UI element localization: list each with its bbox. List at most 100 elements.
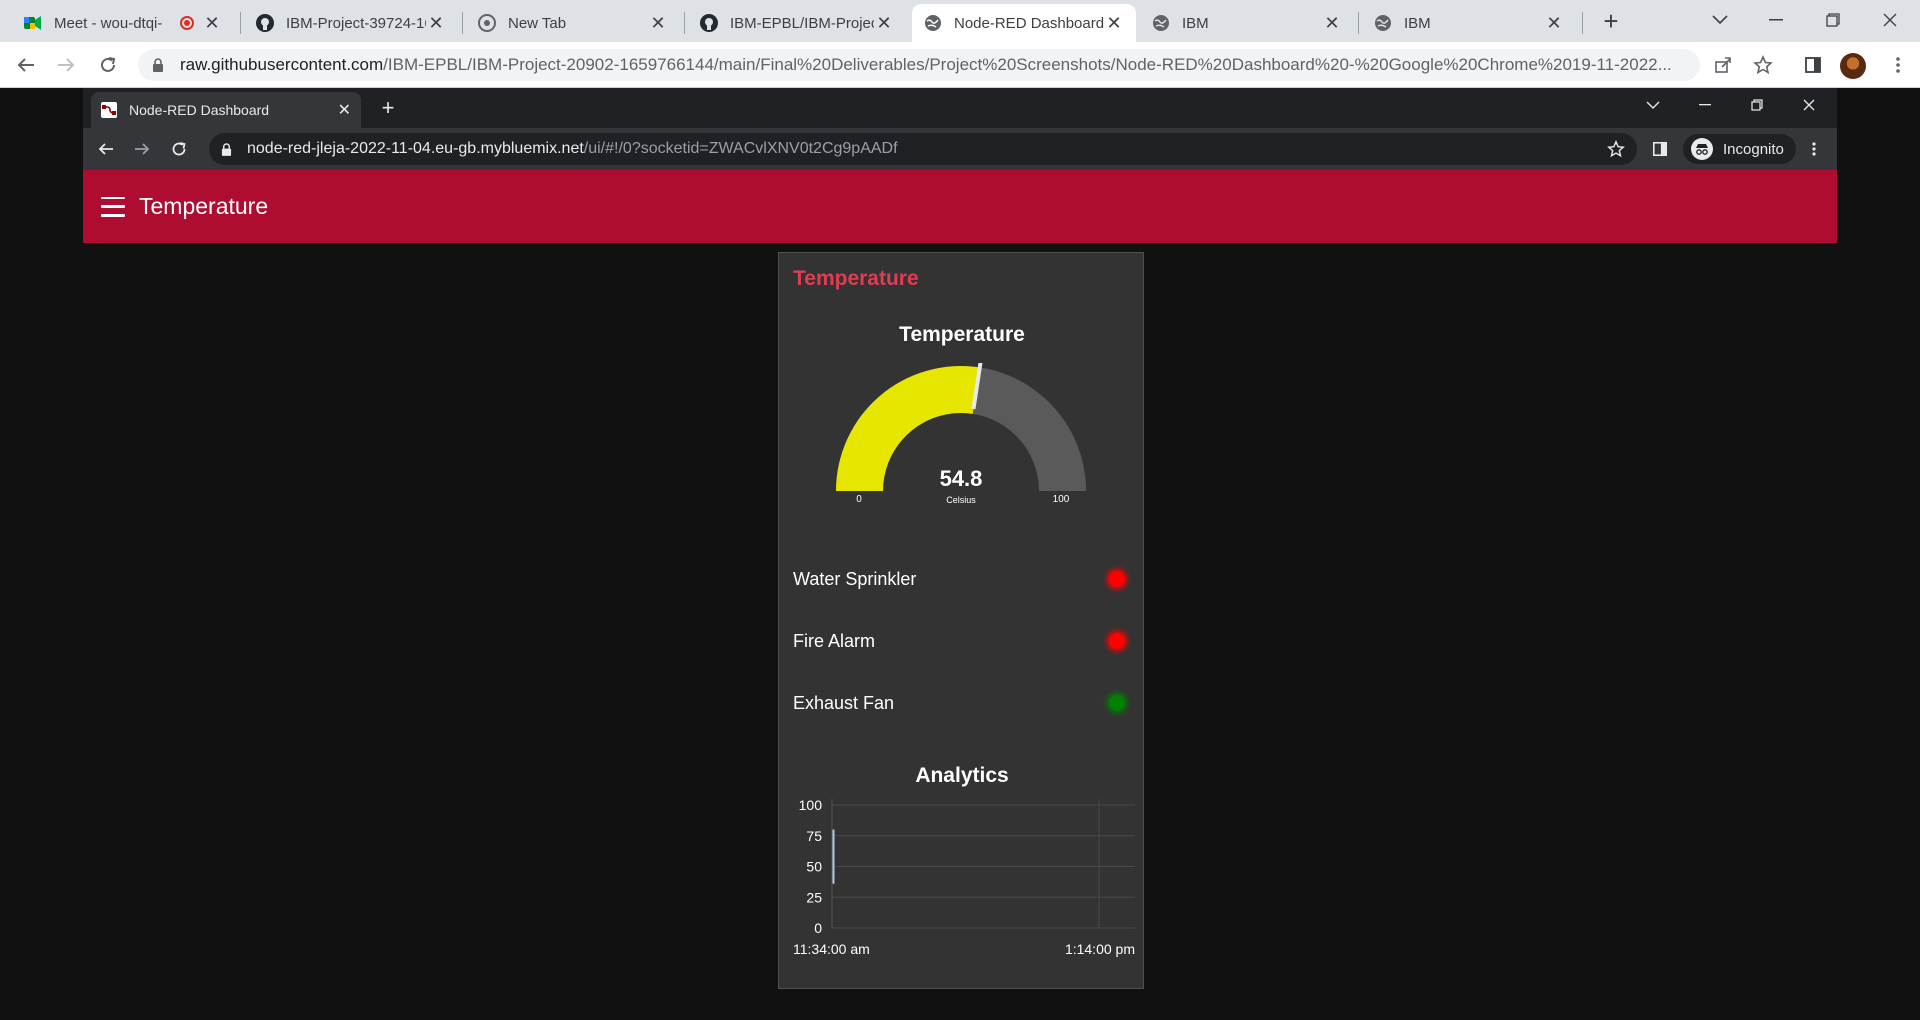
tab-separator xyxy=(240,12,241,34)
tab-search-chevron-icon[interactable] xyxy=(1696,0,1744,40)
tab-separator xyxy=(684,12,685,34)
globe-icon xyxy=(924,14,942,32)
y-tick-label: 75 xyxy=(806,828,822,844)
x-tick-label: 1:14:00 pm xyxy=(1065,941,1135,957)
url-path: /IBM-EPBL/IBM-Project-20902-1659766144/m… xyxy=(383,55,1672,74)
close-icon[interactable]: ✕ xyxy=(874,13,894,33)
minimize-icon[interactable] xyxy=(1752,0,1800,40)
google-meet-icon xyxy=(24,14,42,32)
github-icon xyxy=(700,14,718,32)
close-icon[interactable]: ✕ xyxy=(1104,13,1124,33)
back-arrow-icon[interactable] xyxy=(93,136,119,162)
chrome-icon xyxy=(478,14,496,32)
fire-alarm-row: Fire Alarm xyxy=(793,621,1131,661)
side-panel-icon[interactable] xyxy=(1799,51,1827,79)
outer-tab-github-epbl[interactable]: IBM-EPBL/IBM-Project ✕ xyxy=(688,4,906,42)
inner-toolbar: node-red-jleja-2022-11-04.eu-gb.mybluemi… xyxy=(83,128,1837,170)
reload-icon[interactable] xyxy=(166,136,192,162)
dashboard-title: Temperature xyxy=(139,193,269,219)
profile-avatar[interactable] xyxy=(1840,53,1866,79)
outer-tab-node-red-active[interactable]: Node-RED Dashboard ✕ xyxy=(912,4,1136,42)
inner-address-bar[interactable]: node-red-jleja-2022-11-04.eu-gb.mybluemi… xyxy=(209,133,1637,165)
inner-address-url: node-red-jleja-2022-11-04.eu-gb.mybluemi… xyxy=(247,140,898,158)
outer-tab-ibm-2[interactable]: IBM ✕ xyxy=(1362,4,1576,42)
close-icon[interactable]: ✕ xyxy=(1544,13,1564,33)
status-led xyxy=(1109,633,1125,649)
close-icon[interactable]: ✕ xyxy=(1322,13,1342,33)
hamburger-menu-icon[interactable] xyxy=(101,196,125,217)
tab-search-chevron-icon[interactable] xyxy=(1631,88,1675,122)
exhaust-fan-row: Exhaust Fan xyxy=(793,683,1131,723)
url-path: /ui/#!/0?socketid=ZWACvlXNV0t2Cg9pAADf xyxy=(583,140,898,157)
bookmark-star-icon[interactable] xyxy=(1603,136,1629,162)
y-tick-label: 50 xyxy=(806,859,822,875)
y-tick-label: 25 xyxy=(806,889,822,905)
switch-label: Water Sprinkler xyxy=(793,568,917,589)
globe-icon xyxy=(1374,14,1392,32)
x-tick-label: 11:34:00 am xyxy=(793,941,870,957)
inner-tab-label: Node-RED Dashboard xyxy=(129,102,270,118)
gauge-min-label: 0 xyxy=(856,494,862,505)
outer-toolbar: raw.githubusercontent.com/IBM-EPBL/IBM-P… xyxy=(0,42,1920,88)
outer-tab-meet[interactable]: Meet - wou-dtqi- ✕ xyxy=(12,4,234,42)
url-host: raw.githubusercontent.com xyxy=(180,55,384,74)
gauge-value: 54.8 xyxy=(940,466,983,491)
lock-icon xyxy=(221,143,233,156)
close-icon[interactable]: ✕ xyxy=(426,13,446,33)
outer-tab-label: IBM-EPBL/IBM-Project xyxy=(730,14,874,32)
dashboard-header: Temperature xyxy=(83,170,1837,243)
outer-tab-new-tab[interactable]: New Tab ✕ xyxy=(466,4,680,42)
share-icon[interactable] xyxy=(1709,51,1737,79)
reload-icon[interactable] xyxy=(94,51,122,79)
incognito-badge[interactable]: Incognito xyxy=(1683,134,1796,164)
restore-icon[interactable] xyxy=(1809,0,1857,40)
temperature-group-card: Temperature Temperature 54.8 Celsius 0 1… xyxy=(778,252,1144,989)
outer-tab-label: IBM xyxy=(1182,14,1209,32)
close-icon[interactable]: ✕ xyxy=(648,13,668,33)
status-led xyxy=(1109,571,1125,587)
gauge-max-label: 100 xyxy=(1053,494,1070,505)
analytics-chart: 100 75 50 25 0 11:34:00 am 1:14:00 pm xyxy=(793,797,1135,957)
recording-indicator-icon xyxy=(180,16,194,30)
restore-icon[interactable] xyxy=(1735,88,1779,122)
more-menu-icon[interactable] xyxy=(1884,51,1912,79)
side-panel-icon[interactable] xyxy=(1647,136,1673,162)
screenshot-window: Node-RED Dashboard ✕ + node-red-jleja-20… xyxy=(83,88,1837,1020)
water-sprinkler-row: Water Sprinkler xyxy=(793,559,1131,599)
gauge-title: Temperature xyxy=(899,323,1025,346)
new-tab-plus-icon[interactable]: + xyxy=(375,95,401,121)
close-icon[interactable]: ✕ xyxy=(338,100,351,120)
address-bar[interactable]: raw.githubusercontent.com/IBM-EPBL/IBM-P… xyxy=(138,49,1700,81)
back-arrow-icon[interactable] xyxy=(12,51,40,79)
github-icon xyxy=(256,14,274,32)
tab-separator xyxy=(462,12,463,34)
tab-separator xyxy=(1358,12,1359,34)
gauge-units: Celsius xyxy=(946,495,976,505)
inner-tab-strip: Node-RED Dashboard ✕ + xyxy=(83,88,1837,128)
lock-icon xyxy=(152,58,166,72)
y-tick-label: 100 xyxy=(799,797,823,813)
forward-arrow-icon[interactable] xyxy=(129,136,155,162)
close-window-icon[interactable] xyxy=(1787,88,1831,122)
inner-tab-node-red[interactable]: Node-RED Dashboard ✕ xyxy=(91,92,361,128)
globe-icon xyxy=(1152,14,1170,32)
incognito-label: Incognito xyxy=(1723,140,1784,158)
outer-tab-label: New Tab xyxy=(508,14,567,32)
outer-tab-label: Meet - wou-dtqi- xyxy=(54,14,163,32)
tab-separator xyxy=(1582,12,1583,34)
outer-tab-ibm-1[interactable]: IBM ✕ xyxy=(1140,4,1354,42)
url-host: node-red-jleja-2022-11-04.eu-gb.mybluemi… xyxy=(247,140,584,157)
bookmark-star-icon[interactable] xyxy=(1749,51,1777,79)
address-url: raw.githubusercontent.com/IBM-EPBL/IBM-P… xyxy=(180,55,1672,75)
outer-tab-github-project[interactable]: IBM-Project-39724-16 ✕ xyxy=(244,4,458,42)
incognito-icon xyxy=(1691,138,1713,160)
more-menu-icon[interactable] xyxy=(1801,136,1827,162)
minimize-icon[interactable] xyxy=(1683,88,1727,122)
dashboard-body: Temperature Temperature 54.8 Celsius 0 1… xyxy=(83,243,1837,1020)
close-window-icon[interactable] xyxy=(1866,0,1914,40)
close-icon[interactable]: ✕ xyxy=(202,13,222,33)
new-tab-plus-icon[interactable]: + xyxy=(1596,6,1626,36)
switch-label: Exhaust Fan xyxy=(793,692,895,713)
forward-arrow-icon[interactable] xyxy=(52,51,80,79)
outer-tab-label: IBM xyxy=(1404,14,1431,32)
